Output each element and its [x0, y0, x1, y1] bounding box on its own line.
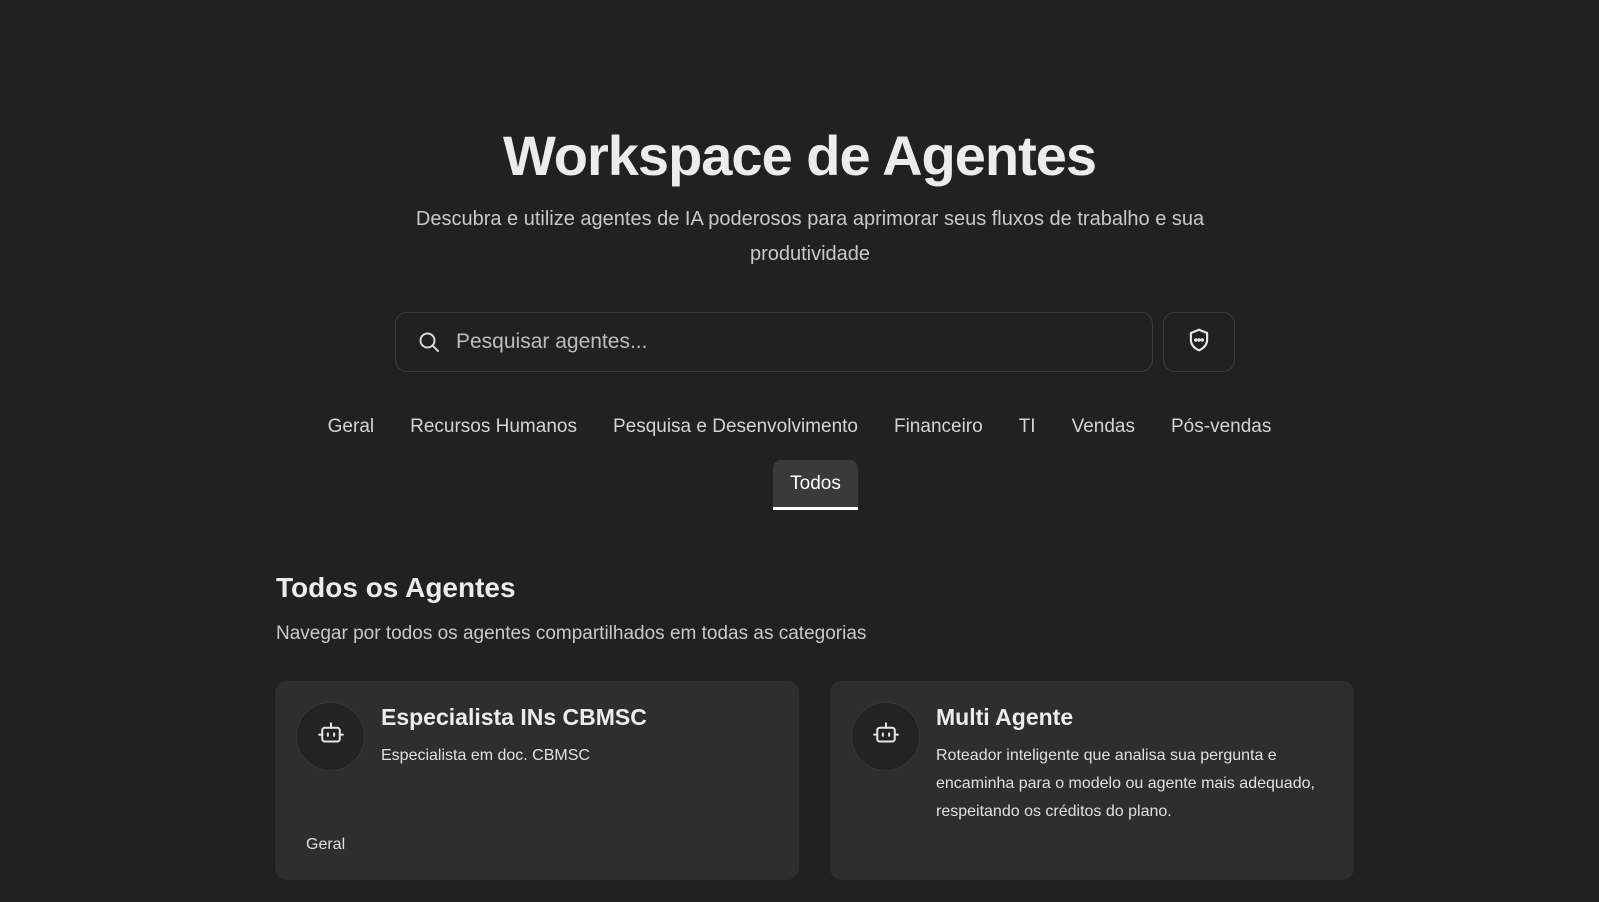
- tab-vendas[interactable]: Vendas: [1054, 410, 1153, 444]
- agent-avatar: [296, 702, 365, 771]
- tab-geral[interactable]: Geral: [310, 410, 392, 444]
- page-subtitle: Descubra e utilize agentes de IA poderos…: [415, 208, 1205, 265]
- section-title: Todos os Agentes: [276, 572, 516, 603]
- agent-card[interactable]: Especialista INs CBMSC Especialista em d…: [275, 681, 799, 880]
- agents-workspace-page: Workspace de Agentes Descubra e utilize …: [0, 0, 1599, 902]
- agent-card[interactable]: Multi Agente Roteador inteligente que an…: [830, 681, 1354, 880]
- search-icon: [416, 329, 442, 355]
- agent-avatar: [851, 702, 920, 771]
- search-input[interactable]: [442, 313, 1152, 371]
- robot-icon: [316, 719, 346, 754]
- tab-pesquisa-desenvolvimento[interactable]: Pesquisa e Desenvolvimento: [595, 410, 876, 444]
- page-title: Workspace de Agentes: [502, 124, 1097, 187]
- robot-icon: [871, 719, 901, 754]
- category-tabs: Geral Recursos Humanos Pesquisa e Desenv…: [0, 410, 1599, 444]
- agent-description: Roteador inteligente que analisa sua per…: [936, 747, 1315, 820]
- tab-ti[interactable]: TI: [1001, 410, 1054, 444]
- tab-todos[interactable]: Todos: [773, 460, 858, 510]
- tab-financeiro[interactable]: Financeiro: [876, 410, 1001, 444]
- tab-pos-vendas[interactable]: Pós-vendas: [1153, 410, 1289, 444]
- filter-button[interactable]: [1163, 312, 1235, 372]
- agent-name: Especialista INs CBMSC: [381, 704, 647, 730]
- agent-description: Especialista em doc. CBMSC: [381, 747, 590, 764]
- section-description: Navegar por todos os agentes compartilha…: [276, 623, 867, 644]
- tab-recursos-humanos[interactable]: Recursos Humanos: [392, 410, 595, 444]
- search-box: [395, 312, 1153, 372]
- shield-icon: [1186, 327, 1212, 358]
- agent-category: Geral: [306, 836, 346, 853]
- agent-name: Multi Agente: [936, 704, 1074, 730]
